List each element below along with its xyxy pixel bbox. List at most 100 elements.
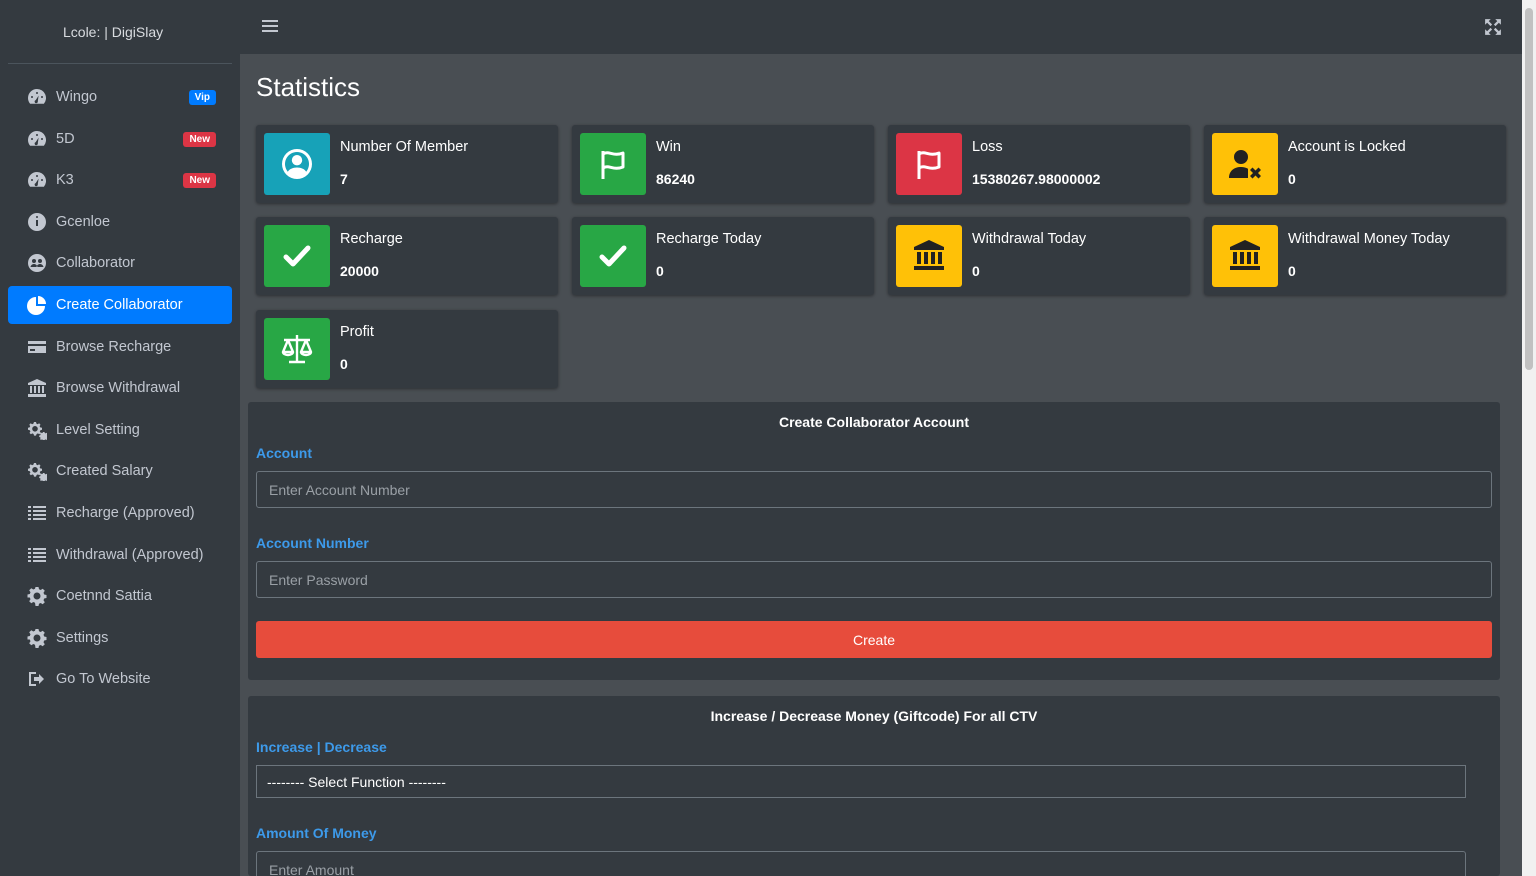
sidebar-item-gcenloe[interactable]: Gcenloe bbox=[8, 203, 232, 241]
gear-icon bbox=[26, 585, 48, 607]
sidebar-item-created-salary[interactable]: Created Salary bbox=[8, 452, 232, 490]
stat-value: 7 bbox=[340, 171, 348, 187]
sidebar-item-label: Browse Withdrawal bbox=[56, 380, 181, 397]
user-circle-icon bbox=[264, 133, 330, 195]
list-icon bbox=[26, 544, 48, 566]
sidebar-item-k3[interactable]: K3 New bbox=[8, 161, 232, 199]
top-navbar bbox=[240, 0, 1522, 54]
sidebar-item-label: Recharge (Approved) bbox=[56, 504, 195, 521]
bank-icon bbox=[26, 377, 48, 399]
amount-input[interactable] bbox=[256, 851, 1466, 876]
sidebar-item-collaborator[interactable]: Collaborator bbox=[8, 244, 232, 282]
sidebar-item-5d[interactable]: 5D New bbox=[8, 120, 232, 158]
cogs-icon bbox=[26, 419, 48, 441]
sidebar-item-go-to-website[interactable]: Go To Website bbox=[8, 660, 232, 698]
user-times-icon bbox=[1212, 133, 1278, 195]
stat-box-profit: Profit 0 bbox=[256, 310, 558, 388]
sidebar-item-label: Settings bbox=[56, 629, 109, 646]
stat-value: 15380267.98000002 bbox=[972, 171, 1101, 187]
stat-value: 0 bbox=[340, 356, 348, 372]
sidebar-item-label: Gcenloe bbox=[56, 213, 111, 230]
stat-value: 0 bbox=[1288, 263, 1296, 279]
sidebar: Lcole: | DigiSlay Wingo Vip 5D New K3 New Gcen… bbox=[0, 0, 240, 876]
stat-label: Number Of Member bbox=[340, 139, 469, 155]
gear-icon bbox=[26, 627, 48, 649]
scrollbar-thumb[interactable] bbox=[1525, 8, 1533, 370]
sidebar-item-level-setting[interactable]: Level Setting bbox=[8, 411, 232, 449]
gauge-icon bbox=[26, 211, 48, 233]
bank-icon bbox=[896, 225, 962, 287]
password-input[interactable] bbox=[256, 561, 1492, 598]
tachometer-icon bbox=[26, 169, 48, 191]
hamburger-icon[interactable] bbox=[262, 17, 278, 35]
sidebar-item-create-collaborator[interactable]: Create Collaborator bbox=[8, 285, 232, 324]
sidebar-badge: New bbox=[183, 131, 216, 147]
stat-box-win: Win 86240 bbox=[572, 125, 874, 203]
page-scrollbar[interactable] bbox=[1522, 0, 1536, 876]
stat-value: 0 bbox=[1288, 171, 1296, 187]
flag-icon bbox=[896, 133, 962, 195]
sidebar-item-settings[interactable]: Settings bbox=[8, 619, 232, 657]
sidebar-item-wingo[interactable]: Wingo Vip bbox=[8, 78, 232, 116]
sidebar-item-recharge-approved[interactable]: Recharge (Approved) bbox=[8, 494, 232, 532]
credit-card-icon bbox=[26, 336, 48, 358]
stat-value: 20000 bbox=[340, 263, 379, 279]
sidebar-item-label: Browse Recharge bbox=[56, 338, 172, 355]
stat-label: Withdrawal Money Today bbox=[1288, 231, 1450, 247]
stat-label: Win bbox=[656, 139, 681, 155]
cogs-icon bbox=[26, 460, 48, 482]
stat-value: 86240 bbox=[656, 171, 695, 187]
flag-icon bbox=[580, 133, 646, 195]
sign-out-icon bbox=[26, 668, 48, 690]
sidebar-item-label: Created Salary bbox=[56, 463, 153, 480]
stat-box-loss: Loss 15380267.98000002 bbox=[888, 125, 1190, 203]
tachometer-icon bbox=[26, 128, 48, 150]
stat-box-recharge: Recharge 20000 bbox=[256, 217, 558, 295]
amount-label: Amount Of Money bbox=[256, 825, 377, 841]
function-select[interactable]: -------- Select Function -------- bbox=[256, 765, 1466, 798]
money-giftcode-card: Increase / Decrease Money (Giftcode) For… bbox=[248, 696, 1500, 876]
stat-box-recharge-today: Recharge Today 0 bbox=[572, 217, 874, 295]
create-button[interactable]: Create bbox=[256, 621, 1492, 658]
stat-label: Recharge bbox=[340, 231, 403, 247]
check-icon bbox=[580, 225, 646, 287]
sidebar-item-withdrawal-approved[interactable]: Withdrawal (Approved) bbox=[8, 536, 232, 574]
stat-box-withdrawal-money-today: Withdrawal Money Today 0 bbox=[1204, 217, 1506, 295]
sidebar-nav: Wingo Vip 5D New K3 New Gcenloe Collaborator Cre… bbox=[8, 78, 232, 702]
sidebar-item-label: Go To Website bbox=[56, 671, 151, 688]
stat-box-number-of-member: Number Of Member 7 bbox=[256, 125, 558, 203]
stat-label: Recharge Today bbox=[656, 231, 762, 247]
money-form-title: Increase / Decrease Money (Giftcode) For… bbox=[710, 708, 1038, 724]
sidebar-item-label: Withdrawal (Approved) bbox=[56, 546, 204, 563]
stat-label: Account is Locked bbox=[1288, 139, 1406, 155]
balance-scale-icon bbox=[264, 318, 330, 380]
users-icon bbox=[26, 252, 48, 274]
page-title: Statistics bbox=[256, 72, 361, 102]
sidebar-item-label: Wingo bbox=[56, 89, 98, 105]
sidebar-item-label: Level Setting bbox=[56, 421, 140, 438]
tachometer-icon bbox=[26, 86, 48, 108]
password-label: Account Number bbox=[256, 535, 369, 551]
brand-title: Lcole: | DigiSlay bbox=[63, 24, 164, 40]
sidebar-item-browse-recharge[interactable]: Browse Recharge bbox=[8, 328, 232, 366]
account-label: Account bbox=[256, 445, 312, 461]
sidebar-item-label: Coetnnd Sattia bbox=[56, 588, 152, 605]
pie-chart-icon bbox=[26, 294, 48, 316]
account-input[interactable] bbox=[256, 471, 1492, 508]
stat-label: Loss bbox=[972, 139, 1003, 155]
function-label: Increase | Decrease bbox=[256, 739, 387, 755]
brand-link[interactable]: Lcole: | DigiSlay bbox=[8, 0, 232, 64]
expand-icon[interactable] bbox=[1484, 18, 1502, 36]
stat-label: Profit bbox=[340, 324, 374, 340]
sidebar-badge: Vip bbox=[188, 90, 216, 105]
create-collaborator-title: Create Collaborator Account bbox=[778, 414, 970, 430]
sidebar-item-coetnnd-sattia[interactable]: Coetnnd Sattia bbox=[8, 577, 232, 615]
stat-value: 0 bbox=[972, 263, 980, 279]
create-collaborator-card: Create Collaborator Account Account Acco… bbox=[248, 402, 1500, 680]
stat-box-withdrawal-today: Withdrawal Today 0 bbox=[888, 217, 1190, 295]
stat-value: 0 bbox=[656, 263, 664, 279]
sidebar-item-label: K3 bbox=[56, 172, 74, 189]
check-icon bbox=[264, 225, 330, 287]
stat-box-account-is-locked: Account is Locked 0 bbox=[1204, 125, 1506, 203]
sidebar-item-browse-withdrawal[interactable]: Browse Withdrawal bbox=[8, 369, 232, 407]
